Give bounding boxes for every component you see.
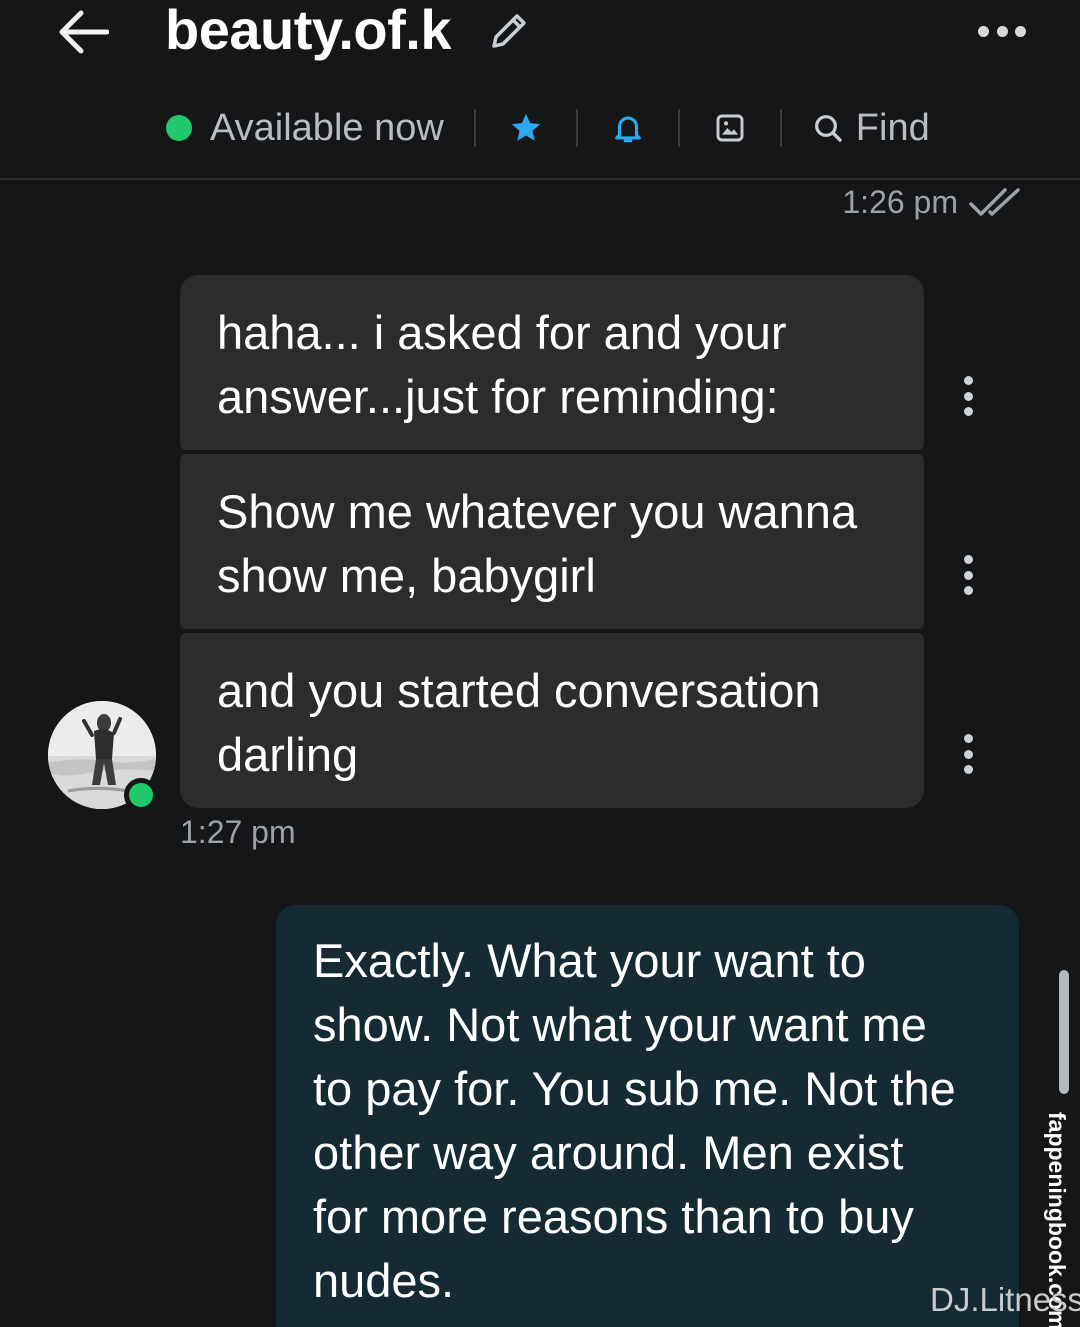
more-vertical-icon: [963, 734, 973, 743]
message-text-line: for more reasons than to buy: [313, 1190, 914, 1243]
more-dot: [1015, 25, 1026, 37]
pencil-icon: [492, 14, 526, 48]
online-indicator: [166, 115, 192, 141]
message-options-button[interactable]: [958, 555, 978, 595]
notifications-button[interactable]: [608, 108, 648, 148]
online-indicator: [124, 778, 158, 812]
chat-screen: beauty.of.k Available now Find 1:26 pm h…: [0, 0, 1080, 1327]
message-timestamp: 1:26 pm: [842, 184, 1022, 221]
find-button[interactable]: Find: [812, 107, 930, 150]
message-text-line: darling: [217, 728, 359, 781]
message-text-line: show. Not what your want me: [313, 998, 927, 1051]
chat-title[interactable]: beauty.of.k: [165, 0, 451, 60]
bell-icon: [614, 116, 641, 143]
more-vertical-icon: [963, 555, 973, 564]
message-options-button[interactable]: [958, 376, 978, 416]
message-options-button[interactable]: [958, 734, 978, 774]
more-horizontal-icon: [978, 25, 989, 37]
message-text-line: Show me whatever you wanna: [217, 485, 858, 538]
divider: [677, 109, 680, 147]
image-icon: [716, 114, 744, 142]
outgoing-message[interactable]: Exactly. What your want to show. Not wha…: [276, 905, 1019, 1327]
kebab-dot: [963, 749, 973, 759]
more-vertical-icon: [963, 376, 973, 385]
star-icon: [511, 113, 540, 141]
media-button[interactable]: [710, 108, 750, 148]
divider: [473, 109, 476, 147]
more-dot: [996, 25, 1008, 37]
scrollbar-thumb[interactable]: [1059, 970, 1069, 1094]
incoming-message[interactable]: Show me whatever you wanna show me, baby…: [180, 454, 924, 629]
favorite-button[interactable]: [506, 108, 546, 148]
message-text-line: nudes.: [313, 1254, 455, 1307]
message-text-line: haha... i asked for and your: [217, 306, 787, 359]
kebab-dot: [963, 407, 973, 416]
chat-header: beauty.of.k Available now Find: [0, 0, 1080, 180]
bottom-watermark: DJ.Litness: [930, 1281, 1080, 1318]
status-toolbar: Available now Find: [166, 100, 930, 156]
message-text-line: other way around. Men exist: [313, 1126, 904, 1179]
more-options-button[interactable]: [972, 14, 1032, 48]
kebab-dot: [963, 570, 973, 580]
message-text-line: and you started conversation: [217, 664, 821, 717]
divider: [779, 109, 782, 147]
message-text-line: to pay for. You sub me. Not the: [313, 1062, 956, 1115]
back-button[interactable]: [52, 4, 114, 60]
find-label: Find: [855, 106, 930, 149]
message-timestamp: 1:27 pm: [180, 814, 296, 850]
message-text-line: Exactly. What your want to: [313, 934, 866, 987]
edit-button[interactable]: [486, 8, 532, 54]
divider: [575, 109, 578, 147]
kebab-dot: [963, 765, 973, 774]
search-icon: [814, 115, 842, 142]
incoming-message[interactable]: and you started conversation darling: [180, 633, 924, 808]
message-text-line: show me, babygirl: [217, 549, 596, 602]
incoming-message[interactable]: haha... i asked for and your answer...ju…: [180, 275, 924, 450]
timestamp-text: 1:26 pm: [842, 184, 958, 220]
availability-status: Available now: [210, 107, 444, 149]
kebab-dot: [963, 586, 973, 595]
message-text-line: answer...just for reminding:: [217, 370, 779, 423]
kebab-dot: [963, 391, 973, 401]
arrow-left-icon: [59, 10, 109, 54]
double-check-icon: [969, 187, 1020, 216]
